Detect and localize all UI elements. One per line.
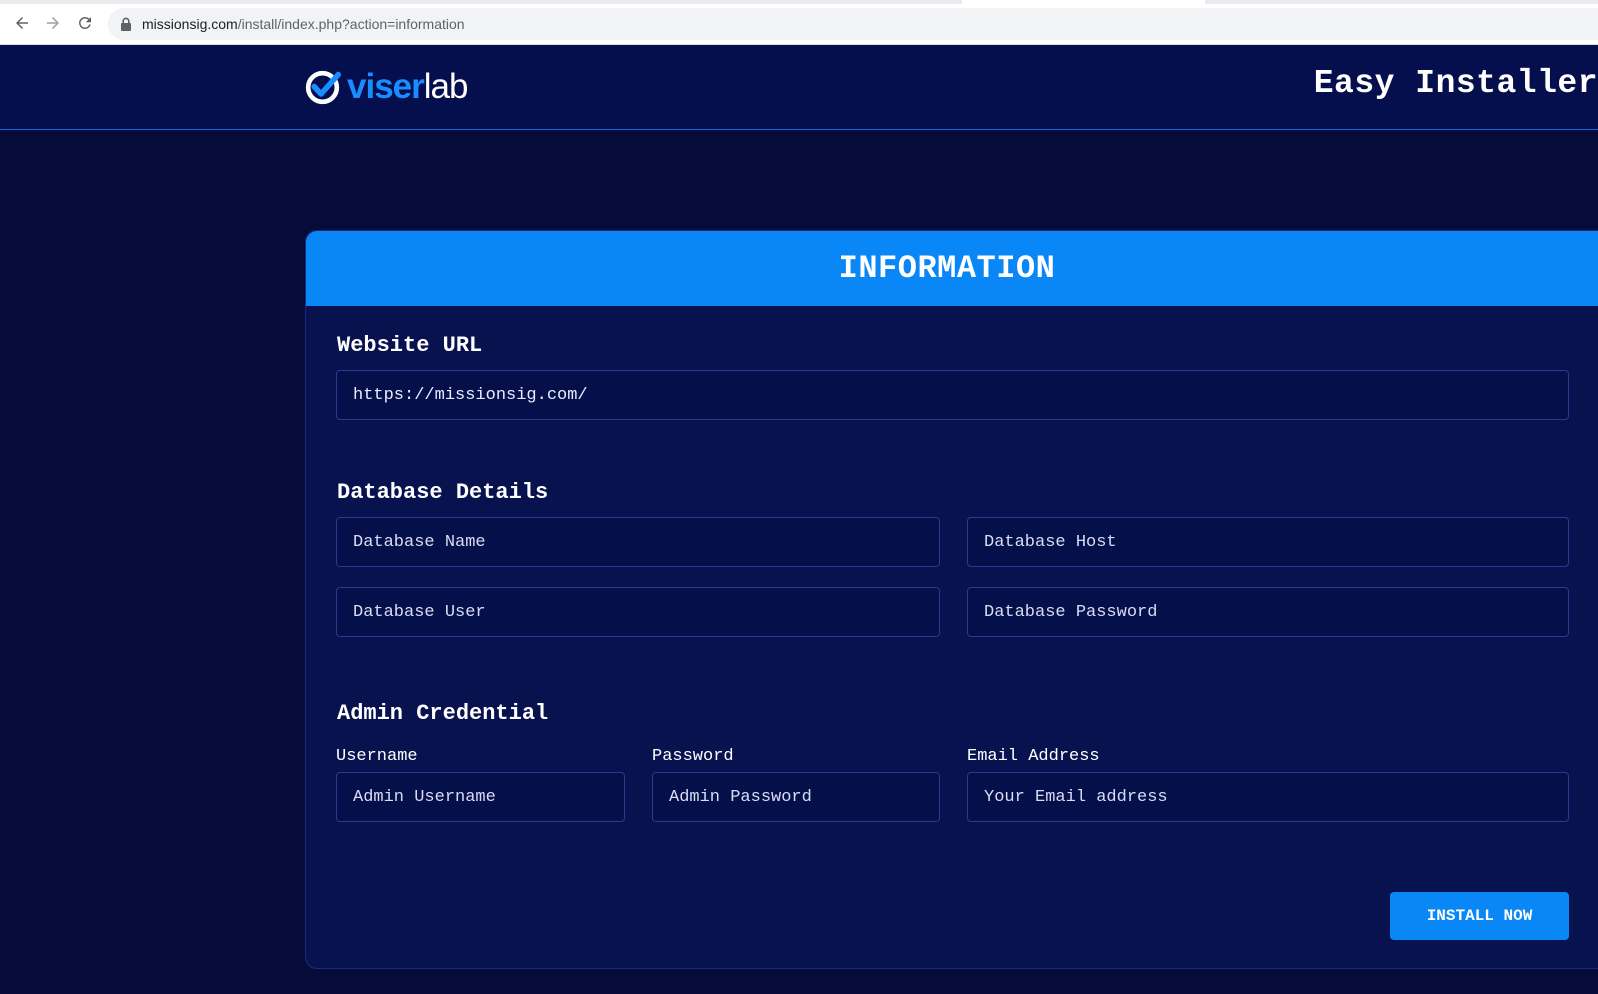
website-url-input[interactable]: https://missionsig.com/ bbox=[336, 370, 1569, 420]
install-now-button[interactable]: INSTALL NOW bbox=[1390, 892, 1569, 940]
browser-toolbar: missionsig.com/install/index.php?action=… bbox=[0, 0, 1598, 45]
reload-icon bbox=[78, 16, 91, 29]
email-label: Email Address bbox=[967, 747, 1100, 766]
site-header: viserlab Easy Installer bbox=[0, 45, 1598, 130]
tab-strip bbox=[0, 0, 1598, 4]
forward-button[interactable] bbox=[42, 12, 64, 34]
back-arrow-icon bbox=[16, 17, 28, 29]
back-button[interactable] bbox=[11, 12, 33, 34]
logo-rest-text: lab bbox=[423, 67, 469, 106]
logo-wordmark: viserlab bbox=[347, 67, 469, 107]
admin-username-input[interactable]: Admin Username bbox=[336, 772, 625, 822]
password-label: Password bbox=[652, 747, 734, 766]
database-password-input[interactable]: Database Password bbox=[967, 587, 1569, 637]
admin-password-input[interactable]: Admin Password bbox=[652, 772, 940, 822]
database-details-heading: Database Details bbox=[337, 480, 549, 505]
website-url-heading: Website URL bbox=[337, 333, 483, 358]
admin-email-input[interactable]: Your Email address bbox=[967, 772, 1569, 822]
reload-button[interactable] bbox=[74, 12, 96, 34]
address-host: missionsig.com bbox=[142, 16, 238, 32]
card-header: INFORMATION bbox=[306, 231, 1598, 306]
address-path: /install/index.php?action=information bbox=[237, 16, 465, 32]
forward-arrow-icon bbox=[47, 17, 59, 29]
header-title: Easy Installer bbox=[1313, 65, 1598, 102]
database-name-input[interactable]: Database Name bbox=[336, 517, 940, 567]
lock-icon bbox=[121, 17, 131, 31]
logo-accent-text: viser bbox=[347, 67, 425, 106]
address-bar[interactable]: missionsig.com/install/index.php?action=… bbox=[108, 8, 1598, 40]
information-card: INFORMATION Website URL https://missions… bbox=[305, 230, 1598, 969]
admin-credential-heading: Admin Credential bbox=[337, 701, 549, 726]
username-label: Username bbox=[336, 747, 418, 766]
address-url: missionsig.com/install/index.php?action=… bbox=[142, 16, 465, 32]
database-user-input[interactable]: Database User bbox=[336, 587, 940, 637]
card-title: INFORMATION bbox=[838, 250, 1056, 287]
viserlab-check-logo-icon bbox=[305, 70, 341, 104]
active-tab[interactable] bbox=[962, 0, 1205, 4]
database-host-input[interactable]: Database Host bbox=[967, 517, 1569, 567]
viserlab-logo[interactable]: viserlab bbox=[304, 67, 469, 107]
